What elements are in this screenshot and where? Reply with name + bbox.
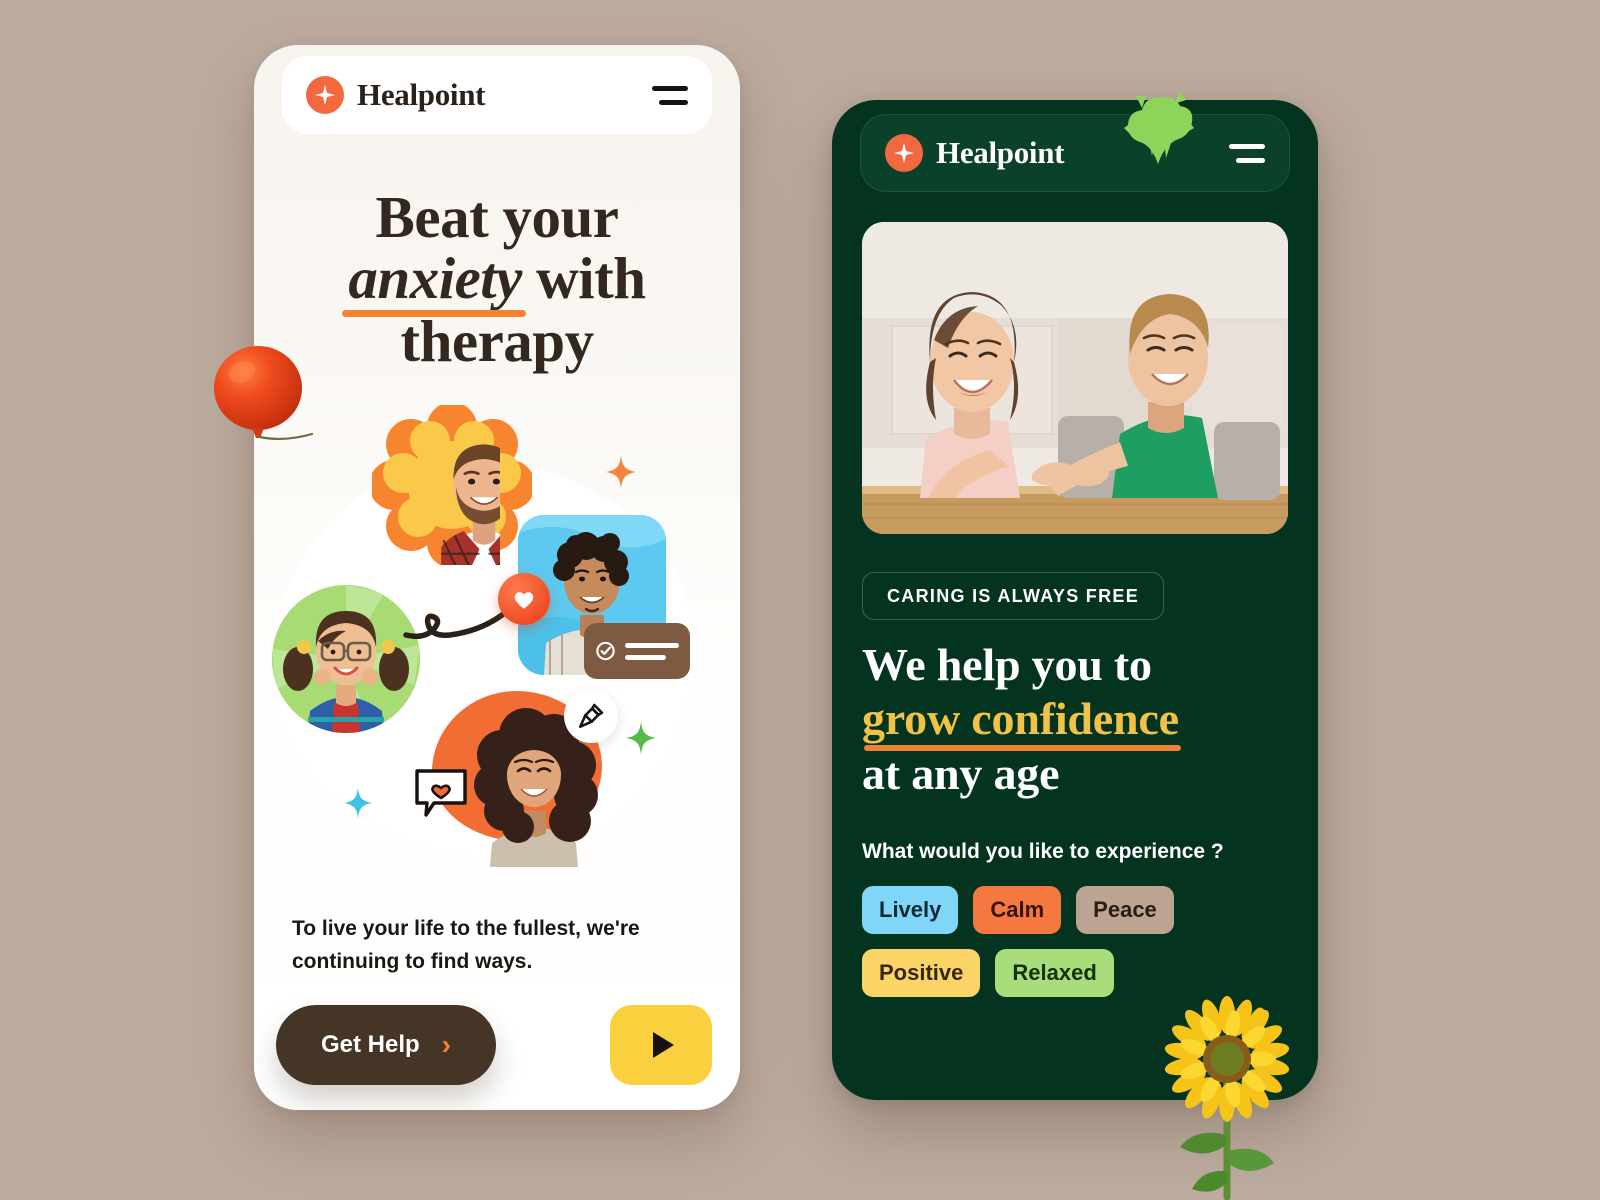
chip-label: Relaxed	[1012, 960, 1097, 985]
headline-line-2-rest: with	[521, 244, 646, 311]
pushpin-icon	[564, 689, 618, 743]
hero-headline-dark: We help you to grow confidence at any ag…	[862, 638, 1282, 801]
hero-headline-light: Beat your anxiety with therapy	[254, 187, 740, 371]
headline-line-1: Beat your	[375, 184, 619, 250]
four-point-star-icon	[885, 134, 923, 172]
headline-line-3: therapy	[400, 307, 594, 374]
avatar-girl-glasses	[272, 585, 420, 733]
man-beard-photo	[404, 423, 500, 565]
dark-headline-emphasis: grow confidence	[862, 692, 1181, 751]
chip-relaxed[interactable]: Relaxed	[995, 949, 1114, 997]
heart-icon	[498, 573, 550, 625]
heart-speech-bubble	[415, 769, 467, 817]
play-video-button[interactable]	[610, 1005, 712, 1085]
verified-check-card	[584, 623, 690, 679]
experience-question: What would you like to experience ?	[862, 840, 1224, 863]
app-header-dark: Healpoint	[860, 114, 1290, 192]
sunflower	[1164, 996, 1290, 1200]
brand-logo-light[interactable]: Healpoint	[306, 76, 486, 114]
chip-positive[interactable]: Positive	[862, 949, 981, 997]
sparkle-green	[626, 721, 656, 755]
two-children-illustration	[862, 222, 1288, 534]
chip-label: Calm	[990, 897, 1045, 922]
dark-headline-line-3: at any age	[862, 747, 1060, 799]
headline-emphasis: anxiety	[342, 244, 527, 317]
monstera-leaf	[1124, 92, 1194, 164]
experience-chip-group: Lively Calm Peace Positive Relaxed	[862, 886, 1282, 997]
chip-peace[interactable]: Peace	[1076, 886, 1174, 934]
dark-headline-line-1: We help you to	[862, 639, 1152, 690]
sparkle-blue	[344, 787, 372, 819]
chip-label: Positive	[879, 960, 964, 985]
hamburger-icon[interactable]	[650, 85, 688, 105]
brand-name-light: Healpoint	[357, 77, 486, 112]
avatar-curly-woman	[415, 689, 618, 867]
man-beard-illustration	[441, 444, 500, 565]
phone-mockup-dark: Healpoint CARING IS ALWAYS FREE We help …	[832, 100, 1318, 1100]
phone-mockup-light: Healpoint Beat your anxiety with therapy	[254, 45, 740, 1110]
play-icon	[652, 1032, 674, 1058]
hamburger-icon[interactable]	[1227, 143, 1265, 163]
status-badge: CARING IS ALWAYS FREE	[862, 572, 1165, 620]
brand-logo-dark[interactable]: Healpoint	[885, 134, 1065, 172]
pushpin-glyph	[578, 703, 604, 729]
sparkle-orange	[606, 455, 636, 489]
chip-calm[interactable]: Calm	[973, 886, 1062, 934]
app-header-light: Healpoint	[282, 56, 712, 134]
chip-label: Lively	[879, 897, 942, 922]
chevron-right-icon: ›	[441, 1029, 451, 1060]
cta-row: Get Help ›	[276, 1000, 726, 1090]
chip-lively[interactable]: Lively	[862, 886, 959, 934]
card-text-lines	[625, 642, 679, 660]
girl-glasses-illustration	[283, 611, 409, 733]
hero-collage	[254, 375, 740, 895]
heart-glyph	[514, 592, 534, 609]
red-balloon	[214, 346, 314, 441]
check-circle-icon	[596, 641, 615, 661]
four-point-star-icon	[306, 76, 344, 114]
avatar-burst-man	[372, 405, 532, 575]
brand-name-dark: Healpoint	[936, 135, 1065, 170]
hero-subcopy: To live your life to the fullest, we're …	[292, 917, 640, 973]
children-photo	[862, 222, 1288, 534]
get-help-button[interactable]: Get Help ›	[276, 1005, 496, 1085]
get-help-label: Get Help	[320, 1031, 420, 1058]
chip-label: Peace	[1093, 897, 1157, 922]
